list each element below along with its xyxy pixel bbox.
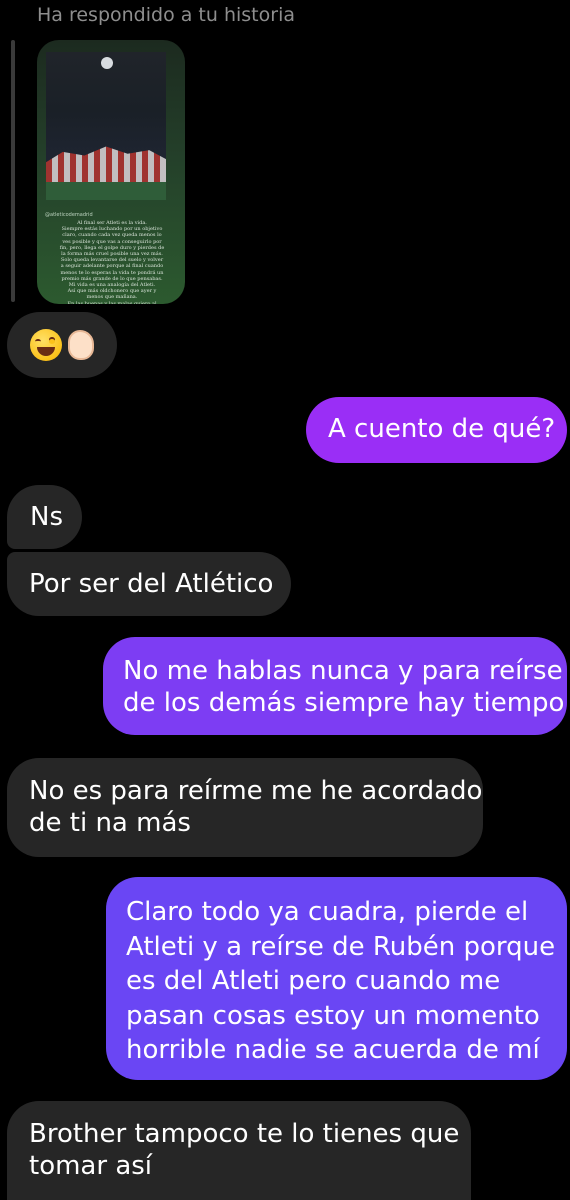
story-caption: Al final ser Atleti es la vida. Siempre … (59, 220, 165, 304)
story-reply-label: Ha respondido a tu historia (37, 4, 295, 26)
message-bubble-sent[interactable]: Claro todo ya cuadra, pierde el Atleti y… (106, 877, 567, 1080)
story-thumbnail[interactable]: @atleticodemadrid Al final ser Atleti es… (37, 40, 185, 304)
message-bubble-received[interactable]: Brother tampoco te lo tienes que tomar a… (7, 1101, 471, 1200)
team-huddle-image (46, 146, 166, 187)
pitch-image (46, 182, 166, 200)
message-bubble-received[interactable]: No es para reírme me he acordado de ti n… (7, 758, 483, 857)
message-bubble-sent[interactable]: No me hablas nunca y para reírse de los … (103, 637, 567, 735)
ok-hand-icon (68, 330, 94, 360)
story-photo (46, 52, 166, 200)
message-bubble-received[interactable]: Ns (7, 485, 82, 549)
message-bubble-sent[interactable]: A cuento de qué? (306, 397, 567, 463)
story-author: @atleticodemadrid (45, 212, 93, 218)
message-bubble-received[interactable]: Por ser del Atlético (7, 552, 291, 616)
face-with-tears-of-joy-icon (30, 329, 62, 361)
club-crest-icon (101, 57, 113, 69)
reply-indicator-line (11, 40, 15, 302)
message-bubble-emoji[interactable] (7, 312, 117, 378)
